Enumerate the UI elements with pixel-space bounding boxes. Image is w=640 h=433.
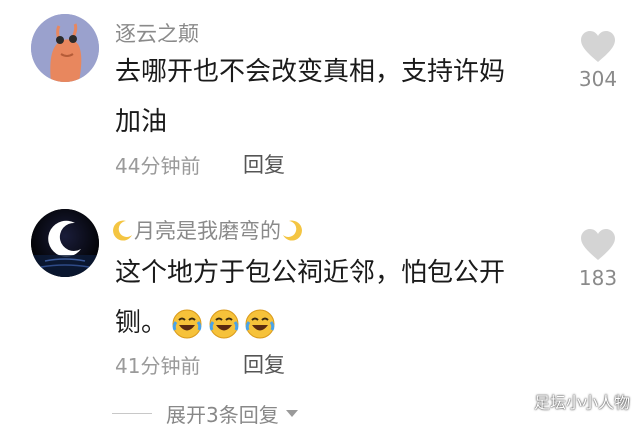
like-button[interactable]: [568, 30, 628, 68]
chevron-down-icon: [285, 409, 298, 417]
comment-text-line: 这个地方于包公祠近邻，怕包公开: [115, 258, 506, 288]
shrimp-avatar-icon: [31, 14, 99, 82]
like-count: 304: [578, 67, 618, 91]
laughing-crying-emoji-icon: [245, 309, 275, 338]
like-button[interactable]: [568, 228, 628, 266]
crescent-moon-icon: [113, 220, 132, 241]
username-text: 逐云之颠: [115, 22, 199, 46]
expand-replies-label: 展开3条回复: [166, 403, 279, 427]
comment-timestamp: 41分钟前: [115, 354, 201, 378]
comment-text: 去哪开也不会改变真相，支持许妈 加油: [115, 47, 545, 147]
user-avatar[interactable]: [31, 209, 99, 277]
comment-text-line: 去哪开也不会改变真相，支持许妈: [115, 57, 506, 87]
divider-line: [112, 413, 152, 414]
heart-icon: [581, 229, 615, 260]
laughing-crying-emoji-icon: [209, 309, 239, 338]
comment-item-2: 月亮是我磨弯的 这个地方于包公祠近邻，怕包公开 铡。 41分钟前 回复 183: [0, 190, 640, 390]
comment-username[interactable]: 月亮是我磨弯的: [112, 215, 303, 245]
comment-text-fragment: 铡。: [115, 308, 168, 338]
heart-icon: [581, 31, 615, 62]
user-avatar[interactable]: [31, 14, 99, 82]
reply-button[interactable]: 回复: [243, 349, 285, 379]
crescent-moon-icon: [283, 220, 302, 241]
comment-text-line: 加油: [115, 107, 168, 137]
expand-replies-button[interactable]: 展开3条回复: [112, 399, 299, 428]
reply-button[interactable]: 回复: [243, 149, 285, 179]
comment-timestamp: 44分钟前: [115, 154, 201, 178]
username-text: 月亮是我磨弯的: [134, 219, 281, 243]
comment-text-line-2: 铡。: [115, 298, 545, 348]
watermark: 足坛小小人物: [533, 393, 630, 412]
comment-username[interactable]: 逐云之颠: [115, 18, 199, 48]
moon-avatar-icon: [31, 209, 99, 277]
comment-item-1: 逐云之颠 去哪开也不会改变真相，支持许妈 加油 44分钟前 回复 304: [0, 0, 640, 190]
like-count: 183: [578, 266, 618, 290]
comment-text: 这个地方于包公祠近邻，怕包公开 铡。: [115, 248, 545, 348]
laughing-crying-emoji-icon: [172, 309, 202, 338]
